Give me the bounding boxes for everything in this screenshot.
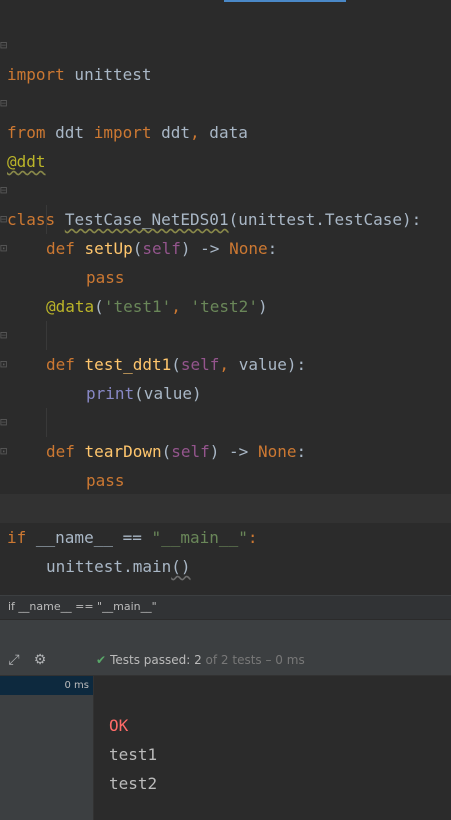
breadcrumb[interactable]: if __name__ == "__main__": [0, 595, 451, 619]
code-punct: (): [171, 557, 191, 576]
code-punct: (: [132, 239, 143, 258]
fold-marker-icon[interactable]: ⊟: [0, 31, 7, 60]
keyword: pass: [86, 471, 125, 490]
passed-count: 2: [194, 653, 202, 667]
code-punct: :: [267, 239, 278, 258]
breadcrumb-item[interactable]: if __name__ == "__main__": [8, 600, 157, 613]
code-line-4[interactable]: ⊟ class TestCase_NetEDS01(unittest.TestC…: [0, 147, 451, 229]
code-line-1[interactable]: ⊟ import unittest: [0, 2, 451, 84]
console-ok-line: OK: [109, 716, 129, 735]
code-line-11[interactable]: ⊡ pass: [0, 408, 451, 490]
keyword: None: [229, 239, 268, 258]
fold-end-icon[interactable]: ⊡: [0, 350, 7, 379]
status-label: Tests passed:: [110, 653, 195, 667]
code-text: ) ->: [180, 239, 230, 258]
fold-end-icon[interactable]: ⊡: [0, 234, 7, 263]
code-line-8[interactable]: ⊟ def test_ddt1(self, value):: [0, 292, 451, 374]
code-line-12[interactable]: if __name__ == "__main__":: [0, 494, 451, 547]
code-line-5[interactable]: ⊟ def setUp(self) -> None:: [0, 176, 451, 258]
code-line-2[interactable]: ⊟ from ddt import ddt, data: [0, 60, 451, 142]
code-line-3[interactable]: @ddt: [0, 118, 451, 171]
code-punct: :: [296, 442, 307, 461]
test-duration: 0 ms: [64, 680, 90, 691]
fold-end-icon[interactable]: ⊡: [0, 437, 7, 466]
console-line: test1: [109, 745, 158, 764]
console-line: test2: [109, 774, 158, 793]
code-line-10[interactable]: ⊟ def tearDown(self) -> None:: [0, 379, 451, 461]
code-text: unittest.main: [46, 557, 172, 576]
code-editor[interactable]: ⊟ import unittest ⊟ from ddt import ddt,…: [0, 0, 451, 595]
function-name: test_ddt1: [84, 355, 172, 374]
function-name: setUp: [84, 239, 133, 258]
status-total: of 2 tests – 0 ms: [201, 653, 305, 667]
indent-guide: [46, 321, 47, 350]
gear-icon[interactable]: ⚙: [31, 651, 49, 669]
keyword: def: [46, 239, 75, 258]
code-line-13[interactable]: unittest.main(): [0, 523, 451, 576]
code-punct: ,: [219, 355, 239, 374]
indent-guide: [46, 205, 47, 234]
keyword: def: [46, 355, 75, 374]
keyword: None: [257, 442, 297, 461]
code-punct: (: [161, 442, 172, 461]
test-run-toolbar: ⤢ ⚙ ✔ Tests passed: 2 of 2 tests – 0 ms: [0, 645, 451, 676]
test-tree-panel[interactable]: 0 ms: [0, 676, 94, 820]
param-name: value: [238, 355, 287, 374]
self-param: self: [180, 355, 220, 374]
keyword: def: [46, 442, 75, 461]
self-param: self: [171, 442, 210, 461]
code-punct: (: [171, 355, 181, 374]
code-punct: ):: [286, 355, 307, 374]
code-text: ) ->: [209, 442, 258, 461]
console-output[interactable]: OK test1 test2: [94, 676, 451, 820]
self-param: self: [142, 239, 181, 258]
function-name: tearDown: [84, 442, 162, 461]
test-status: ✔ Tests passed: 2 of 2 tests – 0 ms: [96, 645, 305, 675]
expand-icon[interactable]: ⤢: [5, 651, 23, 669]
code-line-9[interactable]: ⊡ print(value): [0, 321, 451, 403]
test-tree-row[interactable]: 0 ms: [0, 676, 93, 695]
check-icon: ✔: [96, 653, 107, 667]
run-tabs-strip: [0, 619, 451, 646]
code-line-6[interactable]: ⊡ pass: [0, 205, 451, 287]
fold-marker-icon[interactable]: ⊟: [0, 89, 7, 118]
code-line-7[interactable]: @data('test1', 'test2'): [0, 263, 451, 316]
indent-guide: [46, 408, 47, 437]
